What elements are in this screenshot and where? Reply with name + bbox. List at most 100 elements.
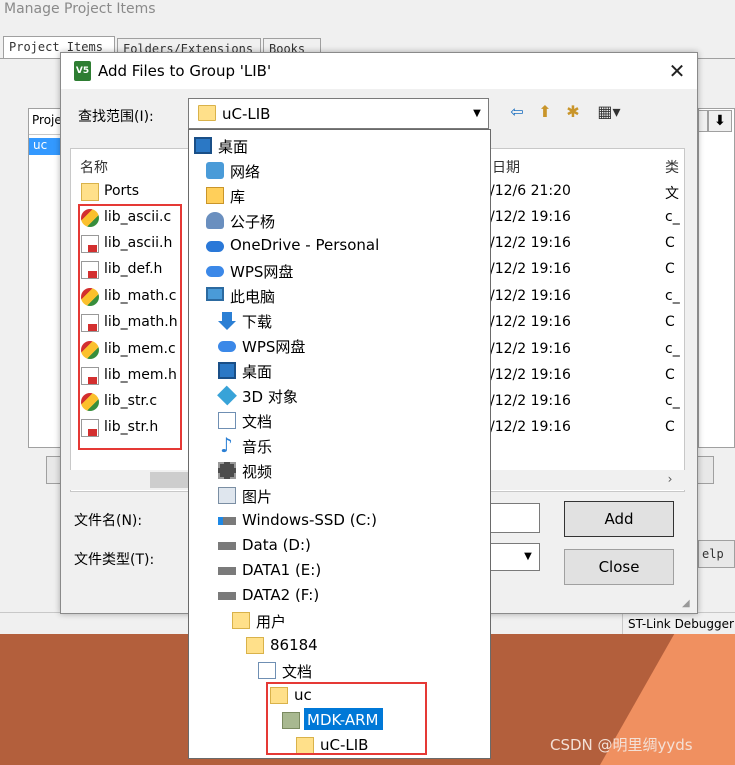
drive-icon bbox=[218, 567, 236, 575]
watermark: CSDN @明里绸yyds bbox=[550, 736, 693, 754]
status-debugger: ST-Link Debugger bbox=[622, 614, 735, 634]
column-header-date[interactable]: 日期 bbox=[492, 157, 520, 177]
highlight-box bbox=[78, 204, 182, 450]
view-menu-icon[interactable]: ▦▾ bbox=[590, 102, 628, 122]
up-folder-icon[interactable]: ⬆ bbox=[534, 102, 556, 122]
folder-icon bbox=[81, 183, 99, 201]
file-type: C bbox=[665, 261, 675, 277]
dropdown-item[interactable]: DATA1 (E:) bbox=[216, 558, 489, 583]
file-row[interactable]: Ports bbox=[78, 180, 188, 204]
documents-icon bbox=[258, 662, 276, 679]
move-down-icon[interactable]: ⬇ bbox=[708, 110, 732, 132]
files-list[interactable] bbox=[698, 108, 735, 448]
close-button[interactable]: Close bbox=[564, 549, 674, 585]
file-type: c_ bbox=[665, 393, 680, 409]
dropdown-item-label: 3D 对象 bbox=[242, 388, 298, 406]
dropdown-item-label: 视频 bbox=[242, 463, 273, 481]
dialog-title: Add Files to Group 'LIB' bbox=[98, 62, 272, 80]
dropdown-item-label: OneDrive - Personal bbox=[230, 236, 380, 254]
music-icon bbox=[218, 433, 236, 457]
folder-icon bbox=[246, 637, 264, 654]
dropdown-item[interactable]: 图片 bbox=[216, 483, 489, 508]
file-name-input[interactable] bbox=[488, 503, 540, 533]
windows-drive-icon bbox=[218, 517, 236, 525]
desktop-icon bbox=[194, 137, 212, 154]
file-type-label: 文件类型(T): bbox=[74, 552, 155, 568]
dropdown-item[interactable]: 桌面 bbox=[216, 358, 489, 383]
file-date: /12/2 19:16 bbox=[490, 393, 571, 409]
file-date: /12/2 19:16 bbox=[490, 261, 571, 277]
back-arrow-icon[interactable]: ⇦ bbox=[506, 102, 528, 122]
file-name-label: 文件名(N): bbox=[74, 513, 143, 529]
file-type: c_ bbox=[665, 209, 680, 225]
dropdown-item[interactable]: OneDrive - Personal bbox=[204, 233, 489, 258]
new-folder-icon[interactable]: ✱ bbox=[562, 102, 584, 122]
file-date: /12/2 19:16 bbox=[490, 314, 571, 330]
file-date: /12/2 19:16 bbox=[490, 341, 571, 357]
help-button[interactable]: elp bbox=[698, 540, 735, 568]
desktop-icon bbox=[218, 362, 236, 379]
dropdown-item[interactable]: 下载 bbox=[216, 308, 489, 333]
dropdown-item-label: 桌面 bbox=[218, 138, 249, 156]
dropdown-item-label: 86184 bbox=[270, 636, 318, 654]
file-date: /12/2 19:16 bbox=[490, 209, 571, 225]
dropdown-item[interactable]: 此电脑 bbox=[204, 283, 489, 308]
dropdown-item[interactable]: 音乐 bbox=[216, 433, 489, 458]
keil-app-icon: V5 bbox=[74, 61, 91, 81]
dropdown-item[interactable]: 文档 bbox=[256, 658, 489, 683]
background-button[interactable] bbox=[696, 456, 714, 484]
dropdown-item-label: DATA2 (F:) bbox=[242, 586, 320, 604]
file-date: /12/2 19:16 bbox=[490, 288, 571, 304]
file-type: c_ bbox=[665, 341, 680, 357]
dropdown-item-label: 文档 bbox=[242, 413, 273, 431]
documents-icon bbox=[218, 412, 236, 429]
scrollbar-thumb[interactable] bbox=[150, 472, 190, 488]
dropdown-item-label: Data (D:) bbox=[242, 536, 311, 554]
highlight-box bbox=[266, 682, 427, 755]
look-in-value: uC-LIB bbox=[222, 105, 271, 123]
project-list[interactable] bbox=[28, 108, 64, 448]
close-icon[interactable]: ✕ bbox=[662, 58, 692, 84]
download-icon bbox=[218, 312, 236, 330]
dropdown-item[interactable]: 3D 对象 bbox=[216, 383, 489, 408]
project-list-item-uc[interactable]: uc bbox=[29, 138, 63, 155]
dropdown-item[interactable]: Data (D:) bbox=[216, 533, 489, 558]
dropdown-item[interactable]: DATA2 (F:) bbox=[216, 583, 489, 608]
dropdown-item[interactable]: WPS网盘 bbox=[216, 333, 489, 358]
dropdown-item-label: 图片 bbox=[242, 488, 273, 506]
dropdown-item[interactable]: 公子杨 bbox=[204, 208, 489, 233]
chevron-right-icon[interactable]: › bbox=[660, 472, 680, 488]
column-header-type[interactable]: 类 bbox=[665, 157, 679, 177]
dropdown-item[interactable]: 86184 bbox=[244, 633, 489, 658]
dropdown-item[interactable]: 网络 bbox=[204, 158, 489, 183]
file-type: C bbox=[665, 367, 675, 383]
column-header-name[interactable]: 名称 bbox=[80, 157, 108, 177]
dropdown-item-label: 桌面 bbox=[242, 363, 273, 381]
folder-icon bbox=[232, 612, 250, 629]
video-icon bbox=[218, 462, 236, 479]
dropdown-item[interactable]: 视频 bbox=[216, 458, 489, 483]
drive-icon bbox=[218, 592, 236, 600]
dropdown-item-label: WPS网盘 bbox=[230, 263, 294, 281]
add-button[interactable]: Add bbox=[564, 501, 674, 537]
file-type: C bbox=[665, 419, 675, 435]
file-type: 文 bbox=[665, 186, 679, 202]
chevron-down-icon[interactable]: ▼ bbox=[468, 101, 486, 127]
dropdown-item-label: 下载 bbox=[242, 313, 273, 331]
toolbar-button[interactable] bbox=[698, 110, 708, 132]
dropdown-item[interactable]: 库 bbox=[204, 183, 489, 208]
pictures-icon bbox=[218, 487, 236, 504]
dropdown-item[interactable]: WPS网盘 bbox=[204, 258, 489, 283]
dropdown-item-label: 用户 bbox=[256, 613, 287, 631]
network-icon bbox=[206, 162, 224, 179]
dropdown-item-label: Windows-SSD (C:) bbox=[242, 511, 377, 529]
dropdown-item[interactable]: 用户 bbox=[230, 608, 489, 633]
resize-grip-icon[interactable]: ◢ bbox=[682, 598, 696, 612]
file-date: /12/6 21:20 bbox=[490, 183, 571, 199]
dropdown-item-label: DATA1 (E:) bbox=[242, 561, 322, 579]
chevron-down-icon[interactable]: ▼ bbox=[518, 545, 538, 569]
dropdown-item[interactable]: 桌面 bbox=[192, 133, 489, 158]
dropdown-item-label: 公子杨 bbox=[230, 213, 276, 231]
dropdown-item[interactable]: Windows-SSD (C:) bbox=[216, 508, 489, 533]
dropdown-item[interactable]: 文档 bbox=[216, 408, 489, 433]
